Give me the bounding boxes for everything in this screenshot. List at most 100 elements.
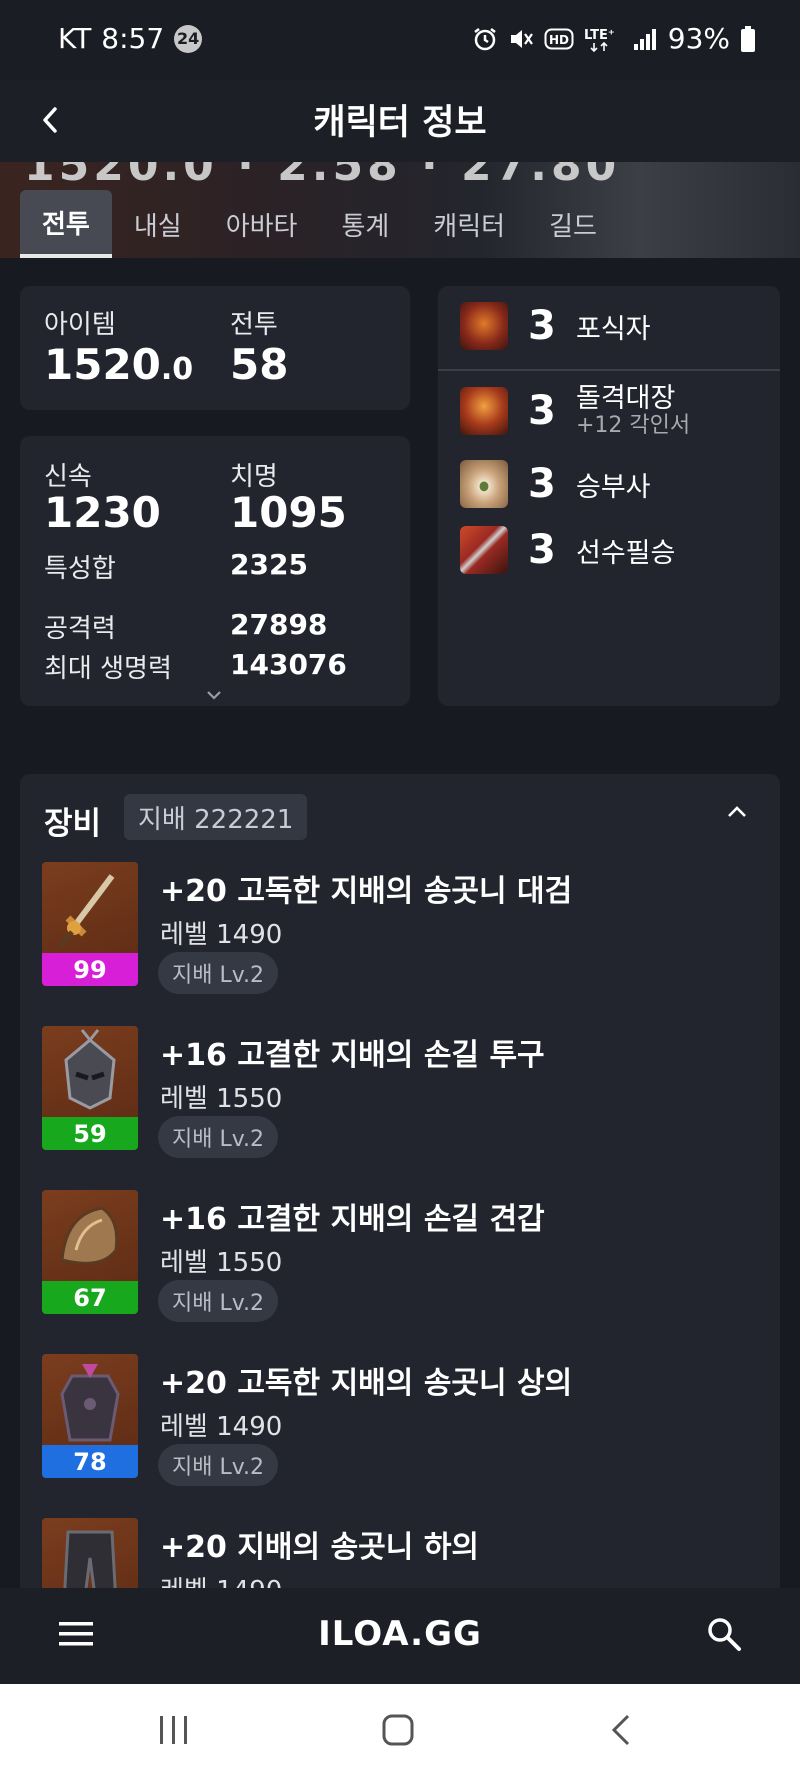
engraving-level: 3	[528, 387, 556, 434]
equipment-set-tag: 지배 Lv.2	[158, 952, 279, 994]
home-icon	[382, 1714, 414, 1746]
engraving-row[interactable]: 3 포식자	[460, 302, 651, 350]
hero-partial-stats: 1520.0 · 2.58 · 27.80	[24, 162, 621, 191]
equipment-item[interactable]: 67 +16 고결한 지배의 손길 견갑 레벨 1550 지배 Lv.2	[20, 1190, 740, 1330]
engraving-name: 돌격대장	[576, 383, 676, 414]
crowd-icon	[460, 386, 508, 435]
collapse-equipment-button[interactable]	[726, 804, 756, 828]
equipment-level: 레벨 1490	[160, 920, 283, 950]
mute-icon	[510, 29, 533, 48]
status-right: HD LTE⁺ 93%	[472, 22, 756, 55]
equipment-name: +20 고독한 지배의 송곳니 상의	[160, 1366, 573, 1401]
equipment-name: +16 고결한 지배의 손길 견갑	[160, 1202, 545, 1237]
svg-text:HD: HD	[549, 33, 569, 47]
equipment-level: 레벨 1550	[160, 1084, 283, 1114]
stats-card: 신속 1230 치명 1095 특성합 2325 공격력 27898 최대 생명…	[20, 436, 410, 706]
hd-icon: HD	[544, 28, 574, 49]
wolf-icon	[460, 302, 508, 350]
equipment-set-badge: 지배 222221	[124, 794, 308, 840]
item-level-integer: 1520	[44, 340, 161, 389]
speed-value: 1230	[44, 488, 161, 537]
stat-total-label: 특성합	[44, 554, 116, 584]
tab-avatar[interactable]: 아바타	[204, 190, 320, 258]
clock: 8:57	[101, 22, 165, 55]
tab-guild[interactable]: 길드	[527, 190, 619, 258]
pants-icon	[42, 1518, 138, 1588]
item-level-value: 1520.0	[44, 340, 193, 389]
max-hp-value: 143076	[230, 648, 347, 681]
equipment-item[interactable]: 78 +20 고독한 지배의 송곳니 상의 레벨 1490 지배 Lv.2	[20, 1354, 740, 1494]
equipment-title: 장비	[44, 806, 102, 842]
main-content: 아이템 1520.0 전투 58 신속 1230 치명 1095 특성합 232…	[0, 258, 800, 1588]
equipment-level: 레벨 1490	[160, 1570, 282, 1588]
quality-badge: 78	[42, 1445, 138, 1478]
tab-characters[interactable]: 캐릭터	[411, 190, 527, 258]
system-navigation-bar	[0, 1684, 800, 1778]
stat-total-value: 2325	[230, 548, 308, 581]
recent-apps-icon	[160, 1716, 187, 1744]
notification-count-badge: 24	[174, 24, 203, 53]
quality-badge: 99	[42, 953, 138, 986]
engraving-row[interactable]: 3 승부사	[460, 460, 651, 508]
engraving-name: 승부사	[576, 471, 651, 503]
engraving-divider	[438, 369, 780, 371]
equipment-level: 레벨 1550	[160, 1248, 283, 1278]
status-bar: KT 8:57 24 HD LTE⁺ 93%	[0, 0, 800, 80]
attack-power-value: 27898	[230, 608, 328, 641]
sword-icon	[460, 526, 508, 574]
shoulder-icon: 67	[42, 1190, 138, 1314]
signal-icon	[633, 28, 656, 50]
engraving-level: 3	[528, 527, 556, 573]
engraving-name: 포식자	[576, 313, 651, 345]
search-button[interactable]	[706, 1616, 742, 1656]
system-back-button[interactable]	[608, 1712, 636, 1752]
equipment-card: 장비 지배 222221 99 +20 고독한 지배의 송곳니 대검 레벨 14…	[20, 774, 780, 1588]
bottom-app-bar: ILOA.GG	[0, 1588, 800, 1684]
engraving-level: 3	[528, 461, 556, 507]
battery-icon	[741, 25, 755, 52]
max-hp-label: 최대 생명력	[44, 654, 172, 684]
quality-badge: 67	[42, 1281, 138, 1314]
search-icon	[708, 1618, 741, 1651]
engraving-book-count: +12 각인서	[576, 412, 691, 438]
eye-icon	[460, 460, 508, 508]
engraving-row[interactable]: 3 선수필승	[460, 526, 675, 574]
page-title: 캐릭터 정보	[313, 103, 487, 143]
equipment-set-tag: 지배 Lv.2	[158, 1444, 279, 1486]
combat-level-label: 전투	[230, 310, 278, 340]
engraving-name: 선수필승	[576, 537, 676, 569]
equipment-name: +20 고독한 지배의 송곳니 대검	[160, 874, 573, 909]
equipment-item[interactable]: 99 +20 고독한 지배의 송곳니 대검 레벨 1490 지배 Lv.2	[20, 862, 740, 1002]
brand-logo[interactable]: ILOA.GG	[0, 1614, 800, 1654]
helmet-icon: 59	[42, 1026, 138, 1150]
equipment-item[interactable]: +20 지배의 송곳니 하의 레벨 1490	[20, 1518, 740, 1588]
level-summary-card: 아이템 1520.0 전투 58	[20, 286, 410, 410]
chevron-up-icon	[728, 806, 746, 817]
carrier-label: KT	[58, 22, 92, 55]
recent-apps-button[interactable]	[156, 1712, 192, 1752]
status-left: KT 8:57 24	[58, 22, 203, 55]
equipment-level: 레벨 1490	[160, 1412, 283, 1442]
chest-icon: 78	[42, 1354, 138, 1478]
character-hero-banner: 1520.0 · 2.58 · 27.80 전투 내실 아바타 통계 캐릭터 길…	[0, 162, 800, 258]
equipment-set-tag: 지배 Lv.2	[158, 1116, 279, 1158]
alarm-icon	[474, 27, 496, 50]
crit-value: 1095	[230, 488, 347, 537]
tab-housing[interactable]: 내실	[112, 190, 204, 258]
tab-bar: 전투 내실 아바타 통계 캐릭터 길드	[20, 190, 619, 258]
combat-level-value: 58	[230, 340, 289, 389]
tab-statistics[interactable]: 통계	[319, 190, 411, 258]
home-button[interactable]	[380, 1712, 416, 1752]
engraving-text: 돌격대장 +12 각인서	[576, 384, 690, 438]
equipment-set-tag: 지배 Lv.2	[158, 1280, 279, 1322]
engraving-row[interactable]: 3 돌격대장 +12 각인서	[460, 384, 690, 438]
back-arrow-icon	[611, 1714, 630, 1746]
attack-power-label: 공격력	[44, 614, 116, 644]
tab-combat[interactable]: 전투	[20, 190, 112, 258]
lte-icon: LTE⁺	[584, 28, 615, 52]
expand-stats-button[interactable]	[205, 686, 229, 702]
greatsword-icon: 99	[42, 862, 138, 986]
battery-percent: 93%	[667, 22, 730, 55]
svg-text:LTE⁺: LTE⁺	[584, 28, 615, 43]
equipment-item[interactable]: 59 +16 고결한 지배의 손길 투구 레벨 1550 지배 Lv.2	[20, 1026, 740, 1166]
